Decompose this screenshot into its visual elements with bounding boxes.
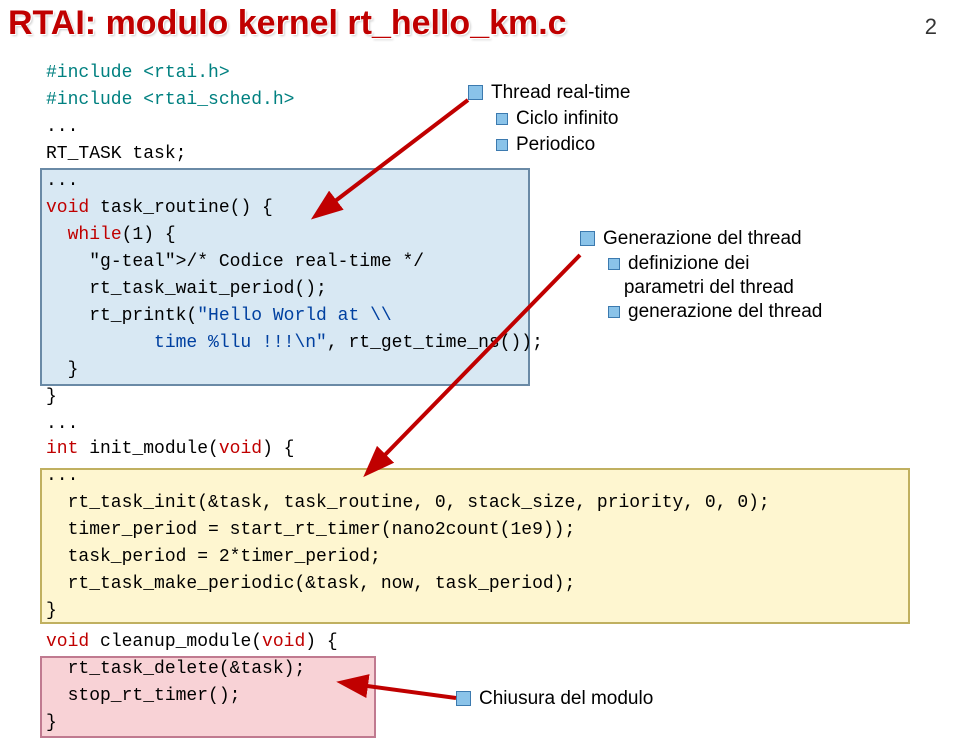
code-block-3: void cleanup_module(void) { rt_task_dele…: [46, 629, 338, 737]
bullet-icon: [496, 139, 508, 151]
bullet-icon: [580, 231, 595, 246]
bullet-text: definizione dei parametri del thread: [608, 253, 794, 298]
bullet-text: Chiusura del modulo: [479, 688, 653, 709]
slide-title: RTAI: modulo kernel rt_hello_km.c: [8, 4, 567, 43]
page-number: 2: [925, 14, 937, 40]
bullet-text: Generazione del thread: [603, 228, 802, 249]
bullet-icon: [608, 258, 620, 270]
bullet-icon: [456, 691, 471, 706]
bullets-thread-realtime: Thread real-time Ciclo infinito Periodic…: [468, 80, 630, 158]
bullet-text: Periodico: [516, 134, 595, 155]
bullet-icon: [468, 85, 483, 100]
code-block-2: int init_module(void) { ... rt_task_init…: [46, 436, 770, 625]
bullets-chiusura: Chiusura del modulo: [456, 686, 653, 712]
bullet-icon: [496, 113, 508, 125]
bullet-icon: [608, 306, 620, 318]
bullet-text: Thread real-time: [491, 82, 630, 103]
bullet-text: Ciclo infinito: [516, 108, 618, 129]
bullets-generazione: Generazione del thread definizione dei p…: [580, 226, 822, 324]
bullet-text: generazione del thread: [628, 301, 822, 322]
